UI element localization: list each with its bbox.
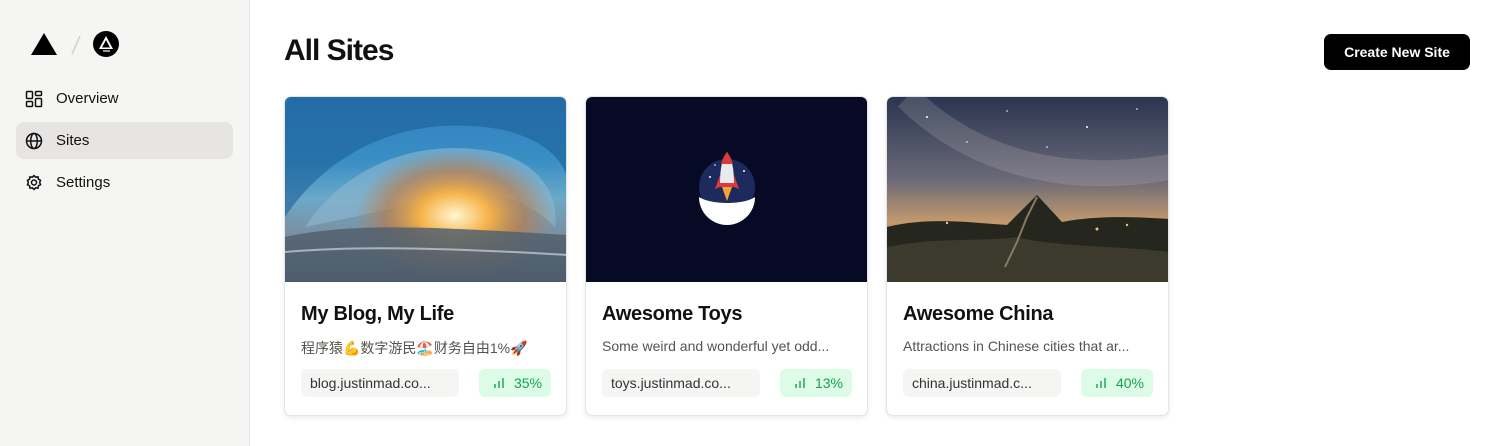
great-wall-night-image[interactable] <box>887 97 1168 282</box>
page-title: All Sites <box>284 34 394 67</box>
sidebar-item-label: Settings <box>56 174 111 191</box>
gear-icon <box>25 174 43 192</box>
bar-chart-icon <box>493 377 505 389</box>
slash-separator-icon <box>71 35 81 55</box>
sidebar-item-overview[interactable]: Overview <box>16 80 233 117</box>
sidebar-item-sites[interactable]: Sites <box>16 122 233 159</box>
card-body: My Blog, My Life 程序猿💪数字游民🏖️财务自由1%🚀 <box>285 303 566 358</box>
site-title: Awesome China <box>903 303 1054 325</box>
platform-logo-icon[interactable] <box>92 30 120 58</box>
bar-chart-icon <box>1095 377 1107 389</box>
card-body: Awesome China Attractions in Chinese cit… <box>887 303 1168 354</box>
site-url-link[interactable]: china.justinmad.c... <box>903 369 1061 397</box>
create-new-site-button[interactable]: Create New Site <box>1324 34 1470 70</box>
rocket-logo-image[interactable] <box>586 97 867 282</box>
globe-icon <box>25 132 43 150</box>
site-url-link[interactable]: toys.justinmad.co... <box>602 369 760 397</box>
stat-badge: 40% <box>1080 369 1153 397</box>
site-card[interactable]: My Blog, My Life 程序猿💪数字游民🏖️财务自由1%🚀 blog.… <box>284 96 567 416</box>
vercel-logo-icon[interactable] <box>30 32 58 56</box>
card-footer: china.justinmad.c... 40% <box>903 369 1153 399</box>
site-description: Attractions in Chinese cities that ar... <box>903 338 1130 354</box>
stat-badge: 35% <box>478 369 551 397</box>
logo-row <box>30 30 120 58</box>
stat-value: 40% <box>1115 375 1144 391</box>
card-footer: blog.justinmad.co... 35% <box>301 369 551 399</box>
sidebar-item-label: Overview <box>56 90 119 107</box>
site-description: Some weird and wonderful yet odd... <box>602 338 830 354</box>
site-title: Awesome Toys <box>602 303 743 325</box>
stat-badge: 13% <box>779 369 852 397</box>
sidebar-nav: Overview Sites Settings <box>16 80 233 206</box>
bar-chart-icon <box>794 377 806 389</box>
site-card[interactable]: Awesome China Attractions in Chinese cit… <box>886 96 1169 416</box>
card-body: Awesome Toys Some weird and wonderful ye… <box>586 303 867 354</box>
ocean-wave-image[interactable] <box>285 97 566 282</box>
main-content: All Sites Create New Site My Blog, My Li… <box>250 0 1500 446</box>
dashboard-icon <box>25 90 43 108</box>
card-footer: toys.justinmad.co... 13% <box>602 369 852 399</box>
site-url-link[interactable]: blog.justinmad.co... <box>301 369 459 397</box>
site-title: My Blog, My Life <box>301 303 454 325</box>
stat-value: 13% <box>814 375 843 391</box>
sidebar: Overview Sites Settings <box>0 0 250 446</box>
stat-value: 35% <box>513 375 542 391</box>
sidebar-item-label: Sites <box>56 132 90 149</box>
site-card[interactable]: Awesome Toys Some weird and wonderful ye… <box>585 96 868 416</box>
site-description: 程序猿💪数字游民🏖️财务自由1%🚀 <box>301 340 528 356</box>
site-card-grid: My Blog, My Life 程序猿💪数字游民🏖️财务自由1%🚀 blog.… <box>284 96 1187 416</box>
sidebar-item-settings[interactable]: Settings <box>16 164 233 201</box>
